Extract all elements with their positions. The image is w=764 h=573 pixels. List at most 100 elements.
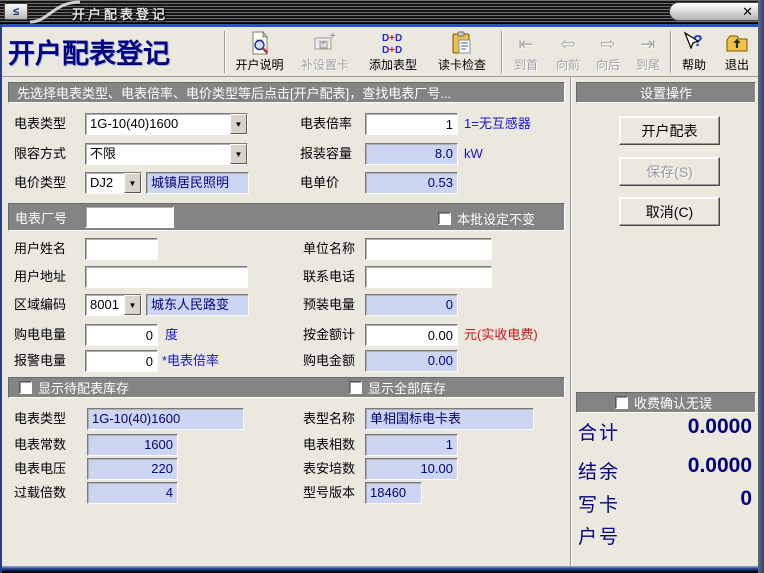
meter-type-value: 1G-10(40)1600 [86,114,230,134]
read-card-check-button[interactable]: 读卡检查 [429,29,495,75]
open-account-help-button[interactable]: 开户说明 [228,29,291,75]
price-type-select[interactable]: DJ2 ▼ [85,172,142,194]
alarm-energy-input[interactable] [85,350,158,372]
hint-band: 先选择电表类型、电表倍率、电价类型等后点击[开户配表]，查找电表厂号... [8,82,565,103]
show-all-stock-row: 显示全部库存 [349,378,446,397]
factory-no-input[interactable] [85,206,174,228]
page-title: 开户配表登记 [8,31,222,71]
stock-meter-type-value: 1G-10(40)1600 [87,408,244,430]
toolbar-button-label: 帮助 [682,56,706,73]
user-name-input[interactable] [85,238,158,260]
user-name-label: 用户姓名 [14,238,66,260]
purchase-amount-label: 购电金额 [303,350,355,372]
area-code-select[interactable]: 8001 ▼ [85,294,142,316]
card-plus-icon: * + [313,30,337,55]
meter-type-label: 电表类型 [14,113,66,135]
show-all-stock-checkbox[interactable] [349,381,362,394]
rate-input[interactable] [365,113,458,135]
write-card-value: 0 [602,487,752,511]
titlebar-right-cap: ✕ [669,2,761,21]
assign-meter-button[interactable]: 开户配表 [619,116,720,145]
arrow-first-icon: ⇤ [518,30,533,55]
meter-type-select[interactable]: 1G-10(40)1600 ▼ [85,113,248,135]
dropdown-arrow-icon[interactable]: ▼ [124,295,141,315]
action-panel-title: 设置操作 [640,83,692,102]
limit-mode-select[interactable]: 不限 ▼ [85,143,248,165]
org-name-input[interactable] [365,238,492,260]
deposit-input[interactable] [365,324,458,346]
exit-folder-icon [725,30,749,55]
help-button[interactable]: ? 帮助 [674,29,714,75]
system-menu-icon[interactable]: ≤ [4,3,28,20]
fee-confirm-label: 收费确认无误 [634,393,712,412]
window-bottom-edge [0,566,764,573]
hint-text: 先选择电表类型、电表倍率、电价类型等后点击[开户配表]，查找电表厂号... [17,83,451,102]
purchase-energy-label: 购电电量 [14,324,66,346]
purchase-amount-value: 0.00 [365,350,458,372]
balance-value: 0.0000 [602,454,752,478]
phases-label: 电表相数 [303,434,355,456]
dropdown-arrow-icon[interactable]: ▼ [230,144,247,164]
toolbar-button-label: 到尾 [636,56,660,73]
main-area: 先选择电表类型、电表倍率、电价类型等后点击[开户配表]，查找电表厂号... 电表… [0,77,764,566]
overload-label: 过载倍数 [14,482,66,504]
cancel-button[interactable]: 取消(C) [619,197,720,226]
alarm-energy-hint: *电表倍率 [162,350,219,372]
ampere-label: 表安培数 [303,458,355,480]
toolbar-button-label: 读卡检查 [438,56,486,73]
nav-prev-button: ⇦ 向前 [548,29,588,75]
toolbar-separator [501,31,503,73]
fee-confirm-checkbox[interactable] [615,396,628,409]
add-meter-model-button[interactable]: D+D D+D 添加表型 [360,29,426,75]
deposit-hint: 元(实收电费) [464,324,538,346]
phone-input[interactable] [365,266,492,288]
constant-value: 1600 [87,434,178,456]
capacity-value: 8.0 [365,143,458,165]
close-icon[interactable]: ✕ [742,5,753,18]
toolbar-separator [670,31,672,73]
batch-fixed-checkbox-row: 本批设定不变 [438,209,535,228]
price-type-value: DJ2 [86,173,124,193]
factory-no-label: 电表厂号 [15,208,67,227]
purchase-energy-input[interactable] [85,324,158,346]
version-label: 型号版本 [303,482,355,504]
org-name-label: 单位名称 [303,238,355,260]
phases-value: 1 [365,434,458,456]
panel-divider [570,77,572,566]
toolbar-button-label: 补设置卡 [301,56,349,73]
account-no-label: 户号 [578,522,620,549]
area-code-label: 区域编码 [14,294,66,316]
batch-fixed-checkbox[interactable] [438,212,451,225]
show-pending-stock-checkbox[interactable] [19,381,32,394]
price-type-label: 电价类型 [14,172,66,194]
capacity-label: 报装容量 [300,143,352,165]
exit-button[interactable]: 退出 [716,29,758,75]
area-code-value: 8001 [86,295,124,315]
rate-hint: 1=无互感器 [464,113,531,135]
app-window: ≤ 开户配表登记 ✕ 开户配表登记 开户说明 [0,0,764,573]
toolbar-button-label: 到首 [514,56,538,73]
batch-fixed-label: 本批设定不变 [457,209,535,228]
address-label: 用户地址 [14,266,66,288]
toolbar-button-label: 添加表型 [369,56,417,73]
overload-value: 4 [87,482,178,504]
deposit-label: 按金额计 [303,324,355,346]
show-pending-stock-row: 显示待配表库存 [19,378,129,397]
arrow-right-icon: ⇨ [600,30,615,55]
dropdown-arrow-icon[interactable]: ▼ [230,114,247,134]
price-type-desc: 城镇居民照明 [146,172,249,194]
toolbar-button-label: 开户说明 [235,56,283,73]
phone-label: 联系电话 [303,266,355,288]
confirm-band: 收费确认无误 [576,392,756,413]
nav-last-button: ⇥ 到尾 [628,29,668,75]
address-input[interactable] [85,266,248,288]
purchase-energy-unit: 度 [165,324,178,346]
clipboard-icon [450,30,474,55]
dropdown-arrow-icon[interactable]: ▼ [124,173,141,193]
show-pending-stock-label: 显示待配表库存 [38,378,129,397]
toolbar-button-label: 退出 [725,56,749,73]
add-pages-icon: D+D D+D [381,30,405,55]
doc-search-icon [248,30,272,55]
total-value: 0.0000 [602,415,752,439]
action-panel-band: 设置操作 [576,82,756,103]
